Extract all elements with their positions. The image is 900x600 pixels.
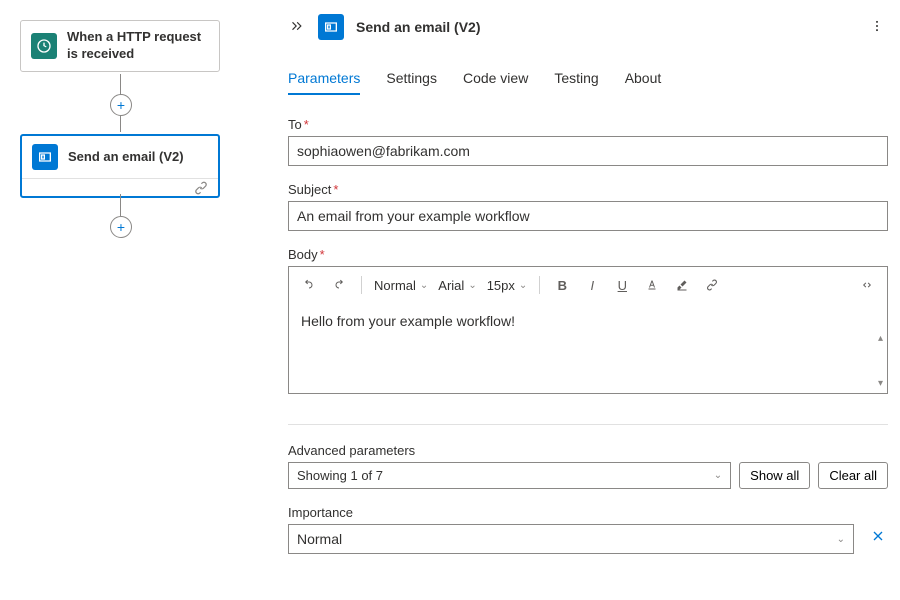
tab-testing[interactable]: Testing (554, 64, 598, 94)
panel-title: Send an email (V2) (356, 19, 854, 35)
node-send-email[interactable]: Send an email (V2) (20, 134, 220, 198)
redo-button[interactable] (327, 273, 351, 297)
field-subject: Subject* (288, 182, 888, 231)
chevron-down-icon: ⌄ (714, 470, 722, 481)
chevron-down-icon: ⌄ (837, 534, 845, 545)
font-color-button[interactable] (640, 273, 664, 297)
body-editor: Normal⌄ Arial⌄ 15px⌄ B I U (288, 266, 888, 394)
details-panel: Send an email (V2) Parameters Settings C… (276, 0, 900, 600)
bold-button[interactable]: B (550, 273, 574, 297)
advanced-section: Advanced parameters Showing 1 of 7 ⌄ Sho… (288, 443, 888, 489)
toggle-code-button[interactable] (855, 273, 879, 297)
font-color-icon (646, 278, 658, 292)
chevron-down-icon: ⌄ (519, 280, 527, 291)
outlook-icon (32, 144, 58, 170)
to-input[interactable] (288, 136, 888, 166)
highlight-button[interactable] (670, 273, 694, 297)
show-all-button[interactable]: Show all (739, 462, 810, 489)
importance-select[interactable]: Normal ⌄ (288, 524, 854, 554)
kebab-icon (870, 19, 884, 33)
tab-about[interactable]: About (625, 64, 662, 94)
advanced-label: Advanced parameters (288, 443, 888, 458)
body-content[interactable]: Hello from your example workflow! ▴ ▾ (289, 303, 887, 393)
chevron-double-right-icon (290, 19, 304, 33)
add-step-button[interactable]: + (110, 94, 132, 116)
subject-input[interactable] (288, 201, 888, 231)
scroll-down-icon: ▾ (878, 378, 883, 389)
advanced-select[interactable]: Showing 1 of 7 ⌄ (288, 462, 731, 489)
style-select[interactable]: Normal⌄ (372, 278, 430, 293)
underline-button[interactable]: U (610, 273, 634, 297)
panel-header: Send an email (V2) (288, 14, 888, 40)
panel-outlook-icon (318, 14, 344, 40)
node-http-title: When a HTTP request is received (67, 29, 209, 63)
link-icon (194, 181, 208, 195)
add-step-button-2[interactable]: + (110, 216, 132, 238)
connector-line-2 (120, 194, 121, 216)
section-divider (288, 424, 888, 425)
subject-label: Subject* (288, 182, 888, 197)
node-http-request[interactable]: When a HTTP request is received (20, 20, 220, 72)
tab-code-view[interactable]: Code view (463, 64, 528, 94)
node-email-title: Send an email (V2) (68, 149, 184, 166)
font-select[interactable]: Arial⌄ (436, 278, 478, 293)
field-body: Body* Normal⌄ Arial⌄ 15px⌄ B I U (288, 247, 888, 394)
tab-parameters[interactable]: Parameters (288, 64, 360, 94)
field-to: To* (288, 117, 888, 166)
collapse-button[interactable] (288, 17, 306, 38)
undo-icon (303, 278, 315, 292)
redo-icon (333, 278, 345, 292)
italic-button[interactable]: I (580, 273, 604, 297)
workflow-canvas: When a HTTP request is received + Send a… (0, 0, 260, 600)
link-icon (706, 278, 718, 292)
parameters-form: To* Subject* Body* Normal⌄ Arial⌄ (288, 117, 888, 554)
tab-bar: Parameters Settings Code view Testing Ab… (288, 64, 888, 94)
importance-label: Importance (288, 505, 854, 520)
body-text: Hello from your example workflow! (301, 313, 515, 329)
body-label: Body* (288, 247, 888, 262)
link-button[interactable] (700, 273, 724, 297)
undo-button[interactable] (297, 273, 321, 297)
toolbar-divider (539, 276, 540, 294)
chevron-down-icon: ⌄ (420, 280, 428, 291)
rich-toolbar: Normal⌄ Arial⌄ 15px⌄ B I U (289, 267, 887, 303)
more-menu-button[interactable] (866, 17, 888, 38)
importance-value: Normal (297, 531, 342, 547)
close-icon (870, 528, 886, 544)
scroll-up-icon: ▴ (878, 333, 883, 344)
tab-settings[interactable]: Settings (386, 64, 437, 94)
code-icon (861, 278, 873, 292)
toolbar-divider (361, 276, 362, 294)
highlight-icon (676, 278, 688, 292)
size-select[interactable]: 15px⌄ (485, 278, 530, 293)
importance-field: Importance Normal ⌄ (288, 505, 888, 554)
clear-all-button[interactable]: Clear all (818, 462, 888, 489)
to-label: To* (288, 117, 888, 132)
advanced-status: Showing 1 of 7 (297, 468, 383, 483)
chevron-down-icon: ⌄ (468, 280, 476, 291)
remove-importance-button[interactable] (864, 526, 888, 550)
http-trigger-icon (31, 33, 57, 59)
